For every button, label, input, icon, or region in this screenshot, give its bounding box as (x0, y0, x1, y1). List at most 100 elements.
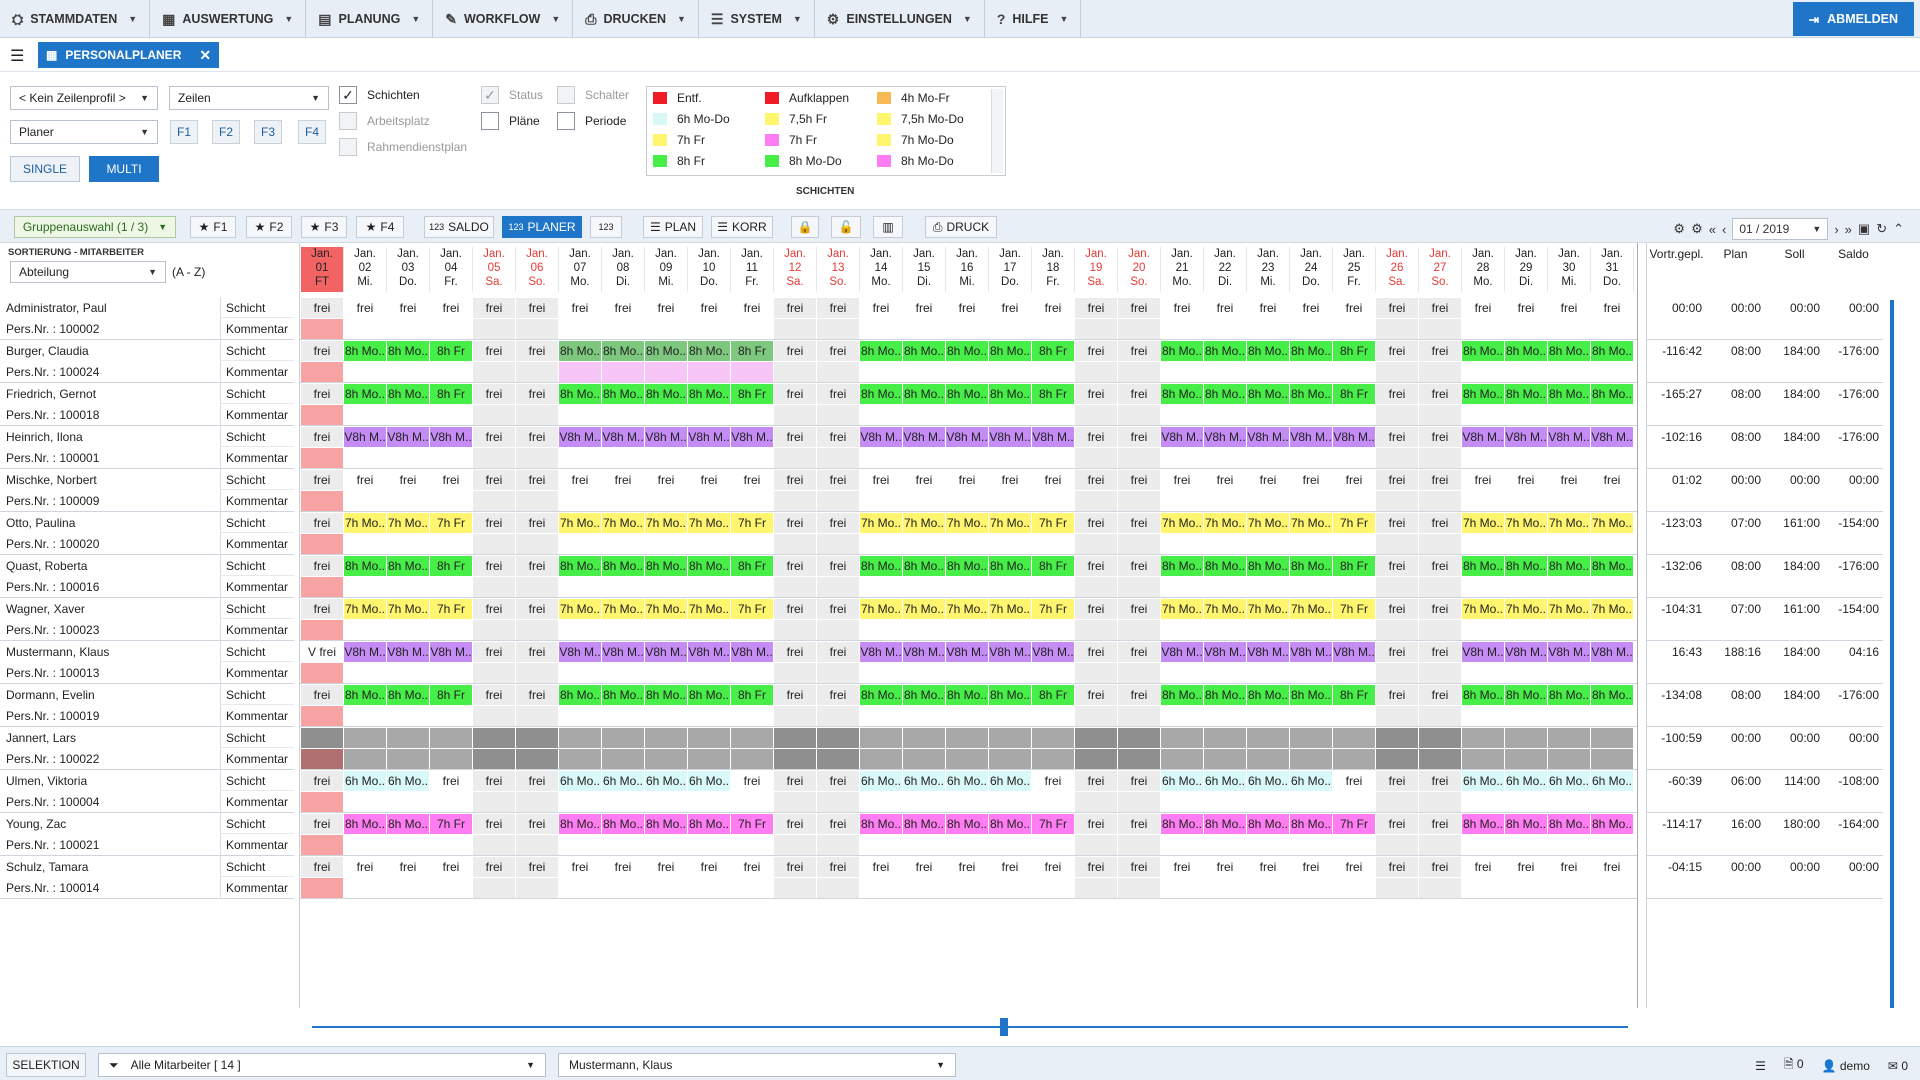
shift-cell[interactable]: 8h Mo.. (645, 814, 688, 834)
shift-cell[interactable]: 8h Mo.. (1505, 685, 1548, 705)
employee-row[interactable]: Wagner, Xaver Pers.Nr. : 100023 Schicht Kom… (0, 598, 294, 641)
double-chevron-left-icon[interactable]: « (1709, 222, 1716, 237)
shift-cell[interactable]: 8h Mo.. (1290, 341, 1333, 361)
shift-cell[interactable]: V8h M.. (688, 642, 731, 662)
shift-cell[interactable]: 7h Fr (1333, 599, 1376, 619)
comment-cell[interactable] (387, 534, 430, 554)
shift-cell[interactable]: frei (1591, 857, 1634, 877)
schichten-checkbox[interactable]: ✓ Schichten (339, 86, 420, 104)
shift-cell[interactable]: frei (1505, 857, 1548, 877)
comment-cell[interactable] (645, 663, 688, 683)
comment-cell[interactable] (731, 792, 774, 812)
comment-cell[interactable] (1333, 577, 1376, 597)
unlock-icon[interactable]: 🔓 (831, 216, 861, 238)
comment-cell[interactable] (1505, 577, 1548, 597)
shift-cell[interactable]: 8h Fr (430, 556, 473, 576)
comment-cell[interactable] (1591, 878, 1634, 898)
shift-cell[interactable]: frei (817, 513, 860, 533)
comment-cell[interactable] (1247, 878, 1290, 898)
comment-cell[interactable] (430, 534, 473, 554)
planer-button[interactable]: 123 PLANER (502, 216, 582, 238)
shift-cell[interactable]: 8h Mo.. (645, 341, 688, 361)
shift-cell[interactable]: frei (1333, 470, 1376, 490)
comment-cell[interactable] (1204, 405, 1247, 425)
comment-cell[interactable] (516, 448, 559, 468)
comment-cell[interactable] (946, 319, 989, 339)
shift-cell[interactable]: frei (688, 298, 731, 318)
comment-cell[interactable] (1247, 620, 1290, 640)
comment-cell[interactable] (1333, 749, 1376, 769)
comment-cell[interactable] (1462, 749, 1505, 769)
shift-cell[interactable] (473, 728, 516, 748)
day-header[interactable]: Jan. 14 Mo. (860, 247, 903, 292)
shift-cell[interactable] (344, 728, 387, 748)
comment-cell[interactable] (946, 620, 989, 640)
comment-cell[interactable] (1290, 319, 1333, 339)
comment-cell[interactable] (602, 878, 645, 898)
comment-cell[interactable] (301, 878, 344, 898)
shift-cell[interactable]: frei (1118, 556, 1161, 576)
shift-cell[interactable]: frei (344, 298, 387, 318)
comment-cell[interactable] (1462, 448, 1505, 468)
comment-cell[interactable] (559, 319, 602, 339)
sort-direction[interactable]: (A - Z) (172, 265, 205, 279)
comment-cell[interactable] (301, 448, 344, 468)
comment-cell[interactable] (1548, 534, 1591, 554)
shift-cell[interactable]: frei (1118, 341, 1161, 361)
shift-cell[interactable]: frei (1419, 642, 1462, 662)
comment-cell[interactable] (1462, 362, 1505, 382)
employee-filter-select[interactable]: ⏷ Alle Mitarbeiter [ 14 ] ▼ (98, 1053, 546, 1077)
shift-cell[interactable]: frei (301, 556, 344, 576)
shift-cell[interactable]: V8h M.. (559, 427, 602, 447)
comment-cell[interactable] (774, 878, 817, 898)
shift-cell[interactable]: frei (1290, 298, 1333, 318)
shift-cell[interactable]: 6h Mo.. (1247, 771, 1290, 791)
comment-cell[interactable] (1204, 749, 1247, 769)
comment-cell[interactable] (903, 835, 946, 855)
comment-cell[interactable] (1591, 749, 1634, 769)
comment-cell[interactable] (559, 448, 602, 468)
shift-cell[interactable] (1118, 728, 1161, 748)
shift-cell[interactable]: frei (516, 599, 559, 619)
saldo-button[interactable]: 123 SALDO (424, 216, 494, 238)
comment-cell[interactable] (1462, 620, 1505, 640)
shift-cell[interactable]: frei (473, 298, 516, 318)
comment-cell[interactable] (387, 835, 430, 855)
shift-cell[interactable]: frei (602, 857, 645, 877)
comment-cell[interactable] (860, 706, 903, 726)
shift-cell[interactable]: 8h Fr (1032, 556, 1075, 576)
f4-filter-button[interactable]: F4 (298, 120, 326, 144)
comment-cell[interactable] (1591, 319, 1634, 339)
shift-cell[interactable]: V8h M.. (1505, 427, 1548, 447)
shift-cell[interactable]: 8h Mo.. (602, 384, 645, 404)
comment-cell[interactable] (344, 319, 387, 339)
comment-cell[interactable] (1419, 362, 1462, 382)
shift-cell[interactable] (860, 728, 903, 748)
shift-cell[interactable]: frei (1118, 642, 1161, 662)
shift-cell[interactable] (1333, 728, 1376, 748)
comment-cell[interactable] (1419, 878, 1462, 898)
comment-cell[interactable] (1376, 792, 1419, 812)
shift-cell[interactable]: 8h Mo.. (1204, 814, 1247, 834)
comment-cell[interactable] (1548, 448, 1591, 468)
shift-cell[interactable]: 8h Mo.. (387, 341, 430, 361)
comment-cell[interactable] (688, 749, 731, 769)
shift-cell[interactable]: 7h Mo.. (946, 513, 989, 533)
comment-cell[interactable] (688, 792, 731, 812)
shift-cell[interactable]: frei (1118, 771, 1161, 791)
comment-cell[interactable] (946, 448, 989, 468)
comment-cell[interactable] (301, 749, 344, 769)
menu-system[interactable]: ☰ SYSTEM ▼ (699, 0, 815, 38)
comment-cell[interactable] (387, 792, 430, 812)
comment-cell[interactable] (1204, 835, 1247, 855)
shift-cell[interactable] (1204, 728, 1247, 748)
double-chevron-right-icon[interactable]: » (1845, 222, 1852, 237)
shift-cell[interactable] (688, 728, 731, 748)
comment-cell[interactable] (1419, 792, 1462, 812)
refresh-icon[interactable]: ↻ (1876, 221, 1887, 237)
comment-cell[interactable] (731, 491, 774, 511)
comment-cell[interactable] (602, 362, 645, 382)
employee-row[interactable]: Heinrich, Ilona Pers.Nr. : 100001 Schicht K… (0, 426, 294, 469)
comment-cell[interactable] (1548, 878, 1591, 898)
korr-button[interactable]: ☰ KORR (711, 216, 773, 238)
